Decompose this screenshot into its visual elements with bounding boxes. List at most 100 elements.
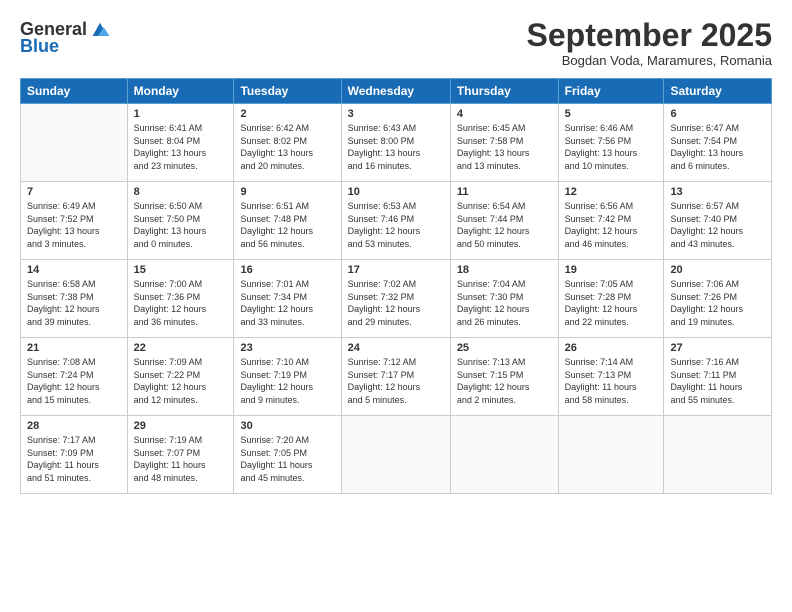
day-info: Sunrise: 7:14 AM Sunset: 7:13 PM Dayligh… xyxy=(565,356,658,406)
day-cell xyxy=(21,104,128,182)
day-number: 4 xyxy=(457,108,552,120)
day-info: Sunrise: 6:58 AM Sunset: 7:38 PM Dayligh… xyxy=(27,278,121,328)
day-info: Sunrise: 6:46 AM Sunset: 7:56 PM Dayligh… xyxy=(565,122,658,172)
day-number: 8 xyxy=(134,186,228,198)
day-cell: 14 Sunrise: 6:58 AM Sunset: 7:38 PM Dayli… xyxy=(21,260,128,338)
day-info: Sunrise: 7:20 AM Sunset: 7:05 PM Dayligh… xyxy=(240,434,334,484)
day-number: 3 xyxy=(348,108,444,120)
day-cell: 16 Sunrise: 7:01 AM Sunset: 7:34 PM Dayli… xyxy=(234,260,341,338)
logo: General Blue xyxy=(20,18,111,57)
week-row-0: 1Sunrise: 6:41 AM Sunset: 8:04 PM Daylig… xyxy=(21,104,772,182)
day-number: 20 xyxy=(670,264,765,276)
day-info: Sunrise: 7:06 AM Sunset: 7:26 PM Dayligh… xyxy=(670,278,765,328)
day-number: 18 xyxy=(457,264,552,276)
day-info: Sunrise: 7:19 AM Sunset: 7:07 PM Dayligh… xyxy=(134,434,228,484)
col-header-monday: Monday xyxy=(127,79,234,104)
day-info: Sunrise: 7:16 AM Sunset: 7:11 PM Dayligh… xyxy=(670,356,765,406)
subtitle: Bogdan Voda, Maramures, Romania xyxy=(527,53,772,68)
day-number: 25 xyxy=(457,342,552,354)
day-number: 19 xyxy=(565,264,658,276)
header: General Blue September 2025 Bogdan Voda,… xyxy=(20,18,772,68)
day-info: Sunrise: 6:56 AM Sunset: 7:42 PM Dayligh… xyxy=(565,200,658,250)
day-number: 12 xyxy=(565,186,658,198)
day-cell: 4Sunrise: 6:45 AM Sunset: 7:58 PM Daylig… xyxy=(450,104,558,182)
col-header-saturday: Saturday xyxy=(664,79,772,104)
day-number: 23 xyxy=(240,342,334,354)
day-info: Sunrise: 7:12 AM Sunset: 7:17 PM Dayligh… xyxy=(348,356,444,406)
day-number: 28 xyxy=(27,420,121,432)
week-row-2: 14 Sunrise: 6:58 AM Sunset: 7:38 PM Dayli… xyxy=(21,260,772,338)
day-info: Sunrise: 7:13 AM Sunset: 7:15 PM Dayligh… xyxy=(457,356,552,406)
day-number: 17 xyxy=(348,264,444,276)
day-number: 6 xyxy=(670,108,765,120)
day-cell: 20 Sunrise: 7:06 AM Sunset: 7:26 PM Dayli… xyxy=(664,260,772,338)
day-info: Sunrise: 7:04 AM Sunset: 7:30 PM Dayligh… xyxy=(457,278,552,328)
day-number: 22 xyxy=(134,342,228,354)
day-number: 26 xyxy=(565,342,658,354)
day-cell: 9 Sunrise: 6:51 AM Sunset: 7:48 PM Daylig… xyxy=(234,182,341,260)
day-number: 13 xyxy=(670,186,765,198)
col-header-friday: Friday xyxy=(558,79,664,104)
day-info: Sunrise: 6:43 AM Sunset: 8:00 PM Dayligh… xyxy=(348,122,444,172)
day-cell: 26 Sunrise: 7:14 AM Sunset: 7:13 PM Dayli… xyxy=(558,338,664,416)
day-info: Sunrise: 6:53 AM Sunset: 7:46 PM Dayligh… xyxy=(348,200,444,250)
day-info: Sunrise: 6:49 AM Sunset: 7:52 PM Dayligh… xyxy=(27,200,121,250)
day-cell: 3 Sunrise: 6:43 AM Sunset: 8:00 PM Daylig… xyxy=(341,104,450,182)
day-info: Sunrise: 7:10 AM Sunset: 7:19 PM Dayligh… xyxy=(240,356,334,406)
day-info: Sunrise: 7:01 AM Sunset: 7:34 PM Dayligh… xyxy=(240,278,334,328)
month-title: September 2025 xyxy=(527,18,772,53)
day-number: 11 xyxy=(457,186,552,198)
day-number: 1 xyxy=(134,108,228,120)
day-cell: 12 Sunrise: 6:56 AM Sunset: 7:42 PM Dayli… xyxy=(558,182,664,260)
day-info: Sunrise: 6:57 AM Sunset: 7:40 PM Dayligh… xyxy=(670,200,765,250)
day-cell: 10 Sunrise: 6:53 AM Sunset: 7:46 PM Dayli… xyxy=(341,182,450,260)
day-cell: 21Sunrise: 7:08 AM Sunset: 7:24 PM Dayli… xyxy=(21,338,128,416)
day-cell: 29Sunrise: 7:19 AM Sunset: 7:07 PM Dayli… xyxy=(127,416,234,494)
day-cell: 1Sunrise: 6:41 AM Sunset: 8:04 PM Daylig… xyxy=(127,104,234,182)
day-cell: 17 Sunrise: 7:02 AM Sunset: 7:32 PM Dayli… xyxy=(341,260,450,338)
day-cell: 30 Sunrise: 7:20 AM Sunset: 7:05 PM Dayli… xyxy=(234,416,341,494)
day-cell: 18 Sunrise: 7:04 AM Sunset: 7:30 PM Dayli… xyxy=(450,260,558,338)
week-row-1: 7 Sunrise: 6:49 AM Sunset: 7:52 PM Daylig… xyxy=(21,182,772,260)
day-cell: 27Sunrise: 7:16 AM Sunset: 7:11 PM Dayli… xyxy=(664,338,772,416)
day-number: 9 xyxy=(240,186,334,198)
day-info: Sunrise: 7:05 AM Sunset: 7:28 PM Dayligh… xyxy=(565,278,658,328)
col-header-thursday: Thursday xyxy=(450,79,558,104)
day-info: Sunrise: 7:00 AM Sunset: 7:36 PM Dayligh… xyxy=(134,278,228,328)
day-cell: 28 Sunrise: 7:17 AM Sunset: 7:09 PM Dayli… xyxy=(21,416,128,494)
day-number: 16 xyxy=(240,264,334,276)
day-cell: 15 Sunrise: 7:00 AM Sunset: 7:36 PM Dayli… xyxy=(127,260,234,338)
day-cell xyxy=(341,416,450,494)
day-number: 10 xyxy=(348,186,444,198)
day-info: Sunrise: 6:51 AM Sunset: 7:48 PM Dayligh… xyxy=(240,200,334,250)
day-cell xyxy=(558,416,664,494)
day-cell xyxy=(664,416,772,494)
day-number: 15 xyxy=(134,264,228,276)
day-info: Sunrise: 6:47 AM Sunset: 7:54 PM Dayligh… xyxy=(670,122,765,172)
day-info: Sunrise: 6:42 AM Sunset: 8:02 PM Dayligh… xyxy=(240,122,334,172)
logo-blue: Blue xyxy=(20,36,59,57)
day-number: 2 xyxy=(240,108,334,120)
day-cell: 2 Sunrise: 6:42 AM Sunset: 8:02 PM Daylig… xyxy=(234,104,341,182)
day-number: 5 xyxy=(565,108,658,120)
day-cell: 11Sunrise: 6:54 AM Sunset: 7:44 PM Dayli… xyxy=(450,182,558,260)
week-row-4: 28 Sunrise: 7:17 AM Sunset: 7:09 PM Dayli… xyxy=(21,416,772,494)
day-info: Sunrise: 7:08 AM Sunset: 7:24 PM Dayligh… xyxy=(27,356,121,406)
day-number: 30 xyxy=(240,420,334,432)
day-info: Sunrise: 6:50 AM Sunset: 7:50 PM Dayligh… xyxy=(134,200,228,250)
day-cell: 13 Sunrise: 6:57 AM Sunset: 7:40 PM Dayli… xyxy=(664,182,772,260)
col-header-sunday: Sunday xyxy=(21,79,128,104)
day-cell xyxy=(450,416,558,494)
header-row: SundayMondayTuesdayWednesdayThursdayFrid… xyxy=(21,79,772,104)
day-number: 14 xyxy=(27,264,121,276)
col-header-wednesday: Wednesday xyxy=(341,79,450,104)
day-info: Sunrise: 7:02 AM Sunset: 7:32 PM Dayligh… xyxy=(348,278,444,328)
day-number: 7 xyxy=(27,186,121,198)
calendar-table: SundayMondayTuesdayWednesdayThursdayFrid… xyxy=(20,78,772,494)
day-cell: 22 Sunrise: 7:09 AM Sunset: 7:22 PM Dayli… xyxy=(127,338,234,416)
day-cell: 8 Sunrise: 6:50 AM Sunset: 7:50 PM Daylig… xyxy=(127,182,234,260)
logo-icon xyxy=(89,18,111,40)
week-row-3: 21Sunrise: 7:08 AM Sunset: 7:24 PM Dayli… xyxy=(21,338,772,416)
day-info: Sunrise: 7:09 AM Sunset: 7:22 PM Dayligh… xyxy=(134,356,228,406)
day-info: Sunrise: 7:17 AM Sunset: 7:09 PM Dayligh… xyxy=(27,434,121,484)
